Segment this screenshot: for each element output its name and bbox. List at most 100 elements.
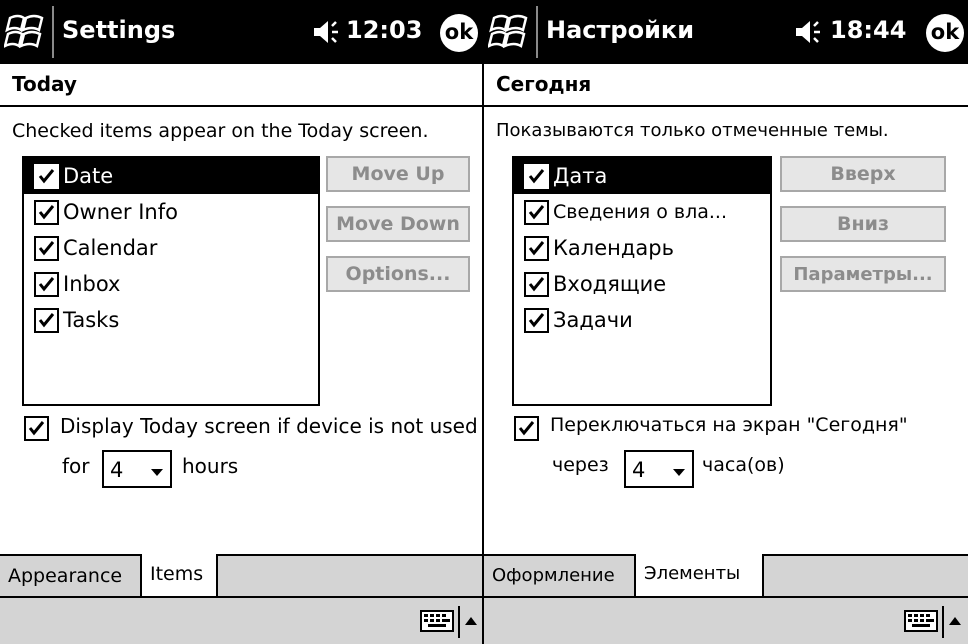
list-item-date[interactable]: Date: [24, 158, 318, 194]
today-items-list[interactable]: Дата Сведения о вла... Календарь Входящи…: [512, 156, 772, 406]
for-label: for: [62, 454, 90, 478]
checkbox[interactable]: [524, 307, 549, 333]
for-label: через: [552, 454, 609, 476]
list-item-label: Owner Info: [63, 200, 178, 224]
move-down-button[interactable]: Move Down: [326, 206, 470, 242]
display-today-checkbox[interactable]: [24, 416, 49, 441]
checkbox[interactable]: [34, 235, 59, 261]
list-item-label: Tasks: [63, 308, 120, 332]
list-item-calendar[interactable]: Calendar: [24, 230, 318, 266]
display-today-label: Display Today screen if device is not us…: [60, 414, 478, 438]
checkbox-check-icon: [528, 168, 545, 183]
checkbox[interactable]: [524, 271, 549, 297]
hours-label: hours: [182, 454, 239, 478]
checkbox-check-icon: [528, 240, 545, 255]
instruction-text: Показываются только отмеченные темы.: [496, 120, 889, 141]
clock[interactable]: 12:03: [346, 16, 422, 44]
checkbox[interactable]: [524, 235, 549, 261]
checkbox-check-icon: [528, 312, 545, 327]
checkbox[interactable]: [24, 416, 49, 441]
tab-appearance[interactable]: Appearance: [0, 556, 142, 598]
settings-window-en: Settings 12:03 ok Today Checked items ap…: [0, 0, 484, 644]
tab-bar: Appearance Items: [0, 554, 484, 598]
list-item-date[interactable]: Дата: [514, 158, 770, 194]
checkbox[interactable]: [34, 307, 59, 333]
instruction-text: Checked items appear on the Today screen…: [12, 120, 429, 142]
list-item-label: Date: [63, 164, 114, 188]
today-items-list[interactable]: Date Owner Info Calendar Inbox Tasks: [22, 156, 320, 406]
speaker-icon[interactable]: [312, 18, 342, 46]
page-title: Today: [12, 72, 77, 96]
checkbox[interactable]: [524, 163, 549, 189]
keyboard-icon[interactable]: [904, 610, 938, 632]
list-item-inbox[interactable]: Входящие: [514, 266, 770, 302]
checkbox-check-icon: [28, 421, 45, 436]
display-today-label: Переключаться на экран "Сегодня": [550, 414, 908, 436]
menu-separator: [458, 606, 460, 638]
checkbox[interactable]: [34, 271, 59, 297]
tab-items[interactable]: Items: [142, 554, 218, 598]
app-title: Settings: [62, 16, 176, 44]
up-arrow-icon[interactable]: [948, 616, 962, 626]
title-bar: Настройки 18:44 ok: [484, 0, 968, 64]
tab-bar: Оформление Элементы: [484, 554, 968, 598]
checkbox-check-icon: [38, 240, 55, 255]
header-divider: [484, 105, 968, 107]
title-separator: [52, 6, 54, 58]
checkbox-check-icon: [528, 276, 545, 291]
clock[interactable]: 18:44: [830, 16, 906, 44]
move-up-button[interactable]: Вверх: [780, 156, 946, 192]
windows-start-icon[interactable]: [488, 10, 532, 54]
app-title: Настройки: [546, 16, 695, 44]
checkbox-check-icon: [528, 204, 545, 219]
hours-dropdown[interactable]: 4: [102, 450, 172, 488]
dropdown-arrow-icon: [673, 469, 685, 476]
list-item-label: Входящие: [553, 272, 667, 296]
menu-bar: [484, 596, 968, 644]
hours-value: 4: [110, 458, 124, 482]
move-down-button[interactable]: Вниз: [780, 206, 946, 242]
list-item-label: Calendar: [63, 236, 158, 260]
checkbox-check-icon: [518, 421, 535, 436]
keyboard-icon[interactable]: [420, 610, 454, 632]
list-item-label: Inbox: [63, 272, 121, 296]
menu-separator: [942, 606, 944, 638]
list-item-inbox[interactable]: Inbox: [24, 266, 318, 302]
display-today-checkbox[interactable]: [514, 416, 539, 441]
title-bar: Settings 12:03 ok: [0, 0, 484, 64]
list-item-tasks[interactable]: Задачи: [514, 302, 770, 338]
checkbox[interactable]: [524, 199, 549, 225]
speaker-icon[interactable]: [794, 18, 824, 46]
move-up-button[interactable]: Move Up: [326, 156, 470, 192]
checkbox-check-icon: [38, 312, 55, 327]
options-button[interactable]: Options...: [326, 256, 470, 292]
hours-value: 4: [632, 458, 646, 482]
list-item-calendar[interactable]: Календарь: [514, 230, 770, 266]
list-item-owner-info[interactable]: Owner Info: [24, 194, 318, 230]
list-item-label: Календарь: [553, 236, 674, 260]
up-arrow-icon[interactable]: [464, 616, 478, 626]
list-item-tasks[interactable]: Tasks: [24, 302, 318, 338]
page-title: Сегодня: [496, 72, 592, 96]
list-item-label: Задачи: [553, 308, 633, 332]
checkbox[interactable]: [514, 416, 539, 441]
list-item-label: Дата: [553, 164, 608, 188]
list-item-label: Сведения о вла...: [553, 201, 727, 223]
settings-window-ru: Настройки 18:44 ok Сегодня Показываются …: [484, 0, 968, 644]
list-item-owner-info[interactable]: Сведения о вла...: [514, 194, 770, 230]
tab-items[interactable]: Элементы: [636, 554, 764, 598]
ok-button[interactable]: ok: [440, 14, 478, 52]
checkbox-check-icon: [38, 168, 55, 183]
ok-button[interactable]: ok: [926, 14, 964, 52]
header-divider: [0, 105, 484, 107]
checkbox-check-icon: [38, 204, 55, 219]
windows-start-icon[interactable]: [4, 10, 48, 54]
checkbox[interactable]: [34, 199, 59, 225]
dropdown-arrow-icon: [151, 469, 163, 476]
hours-label: часа(ов): [702, 454, 785, 476]
checkbox[interactable]: [34, 163, 59, 189]
options-button[interactable]: Параметры...: [780, 256, 946, 292]
tab-appearance[interactable]: Оформление: [484, 556, 636, 598]
menu-bar: [0, 596, 484, 644]
hours-dropdown[interactable]: 4: [624, 450, 694, 488]
